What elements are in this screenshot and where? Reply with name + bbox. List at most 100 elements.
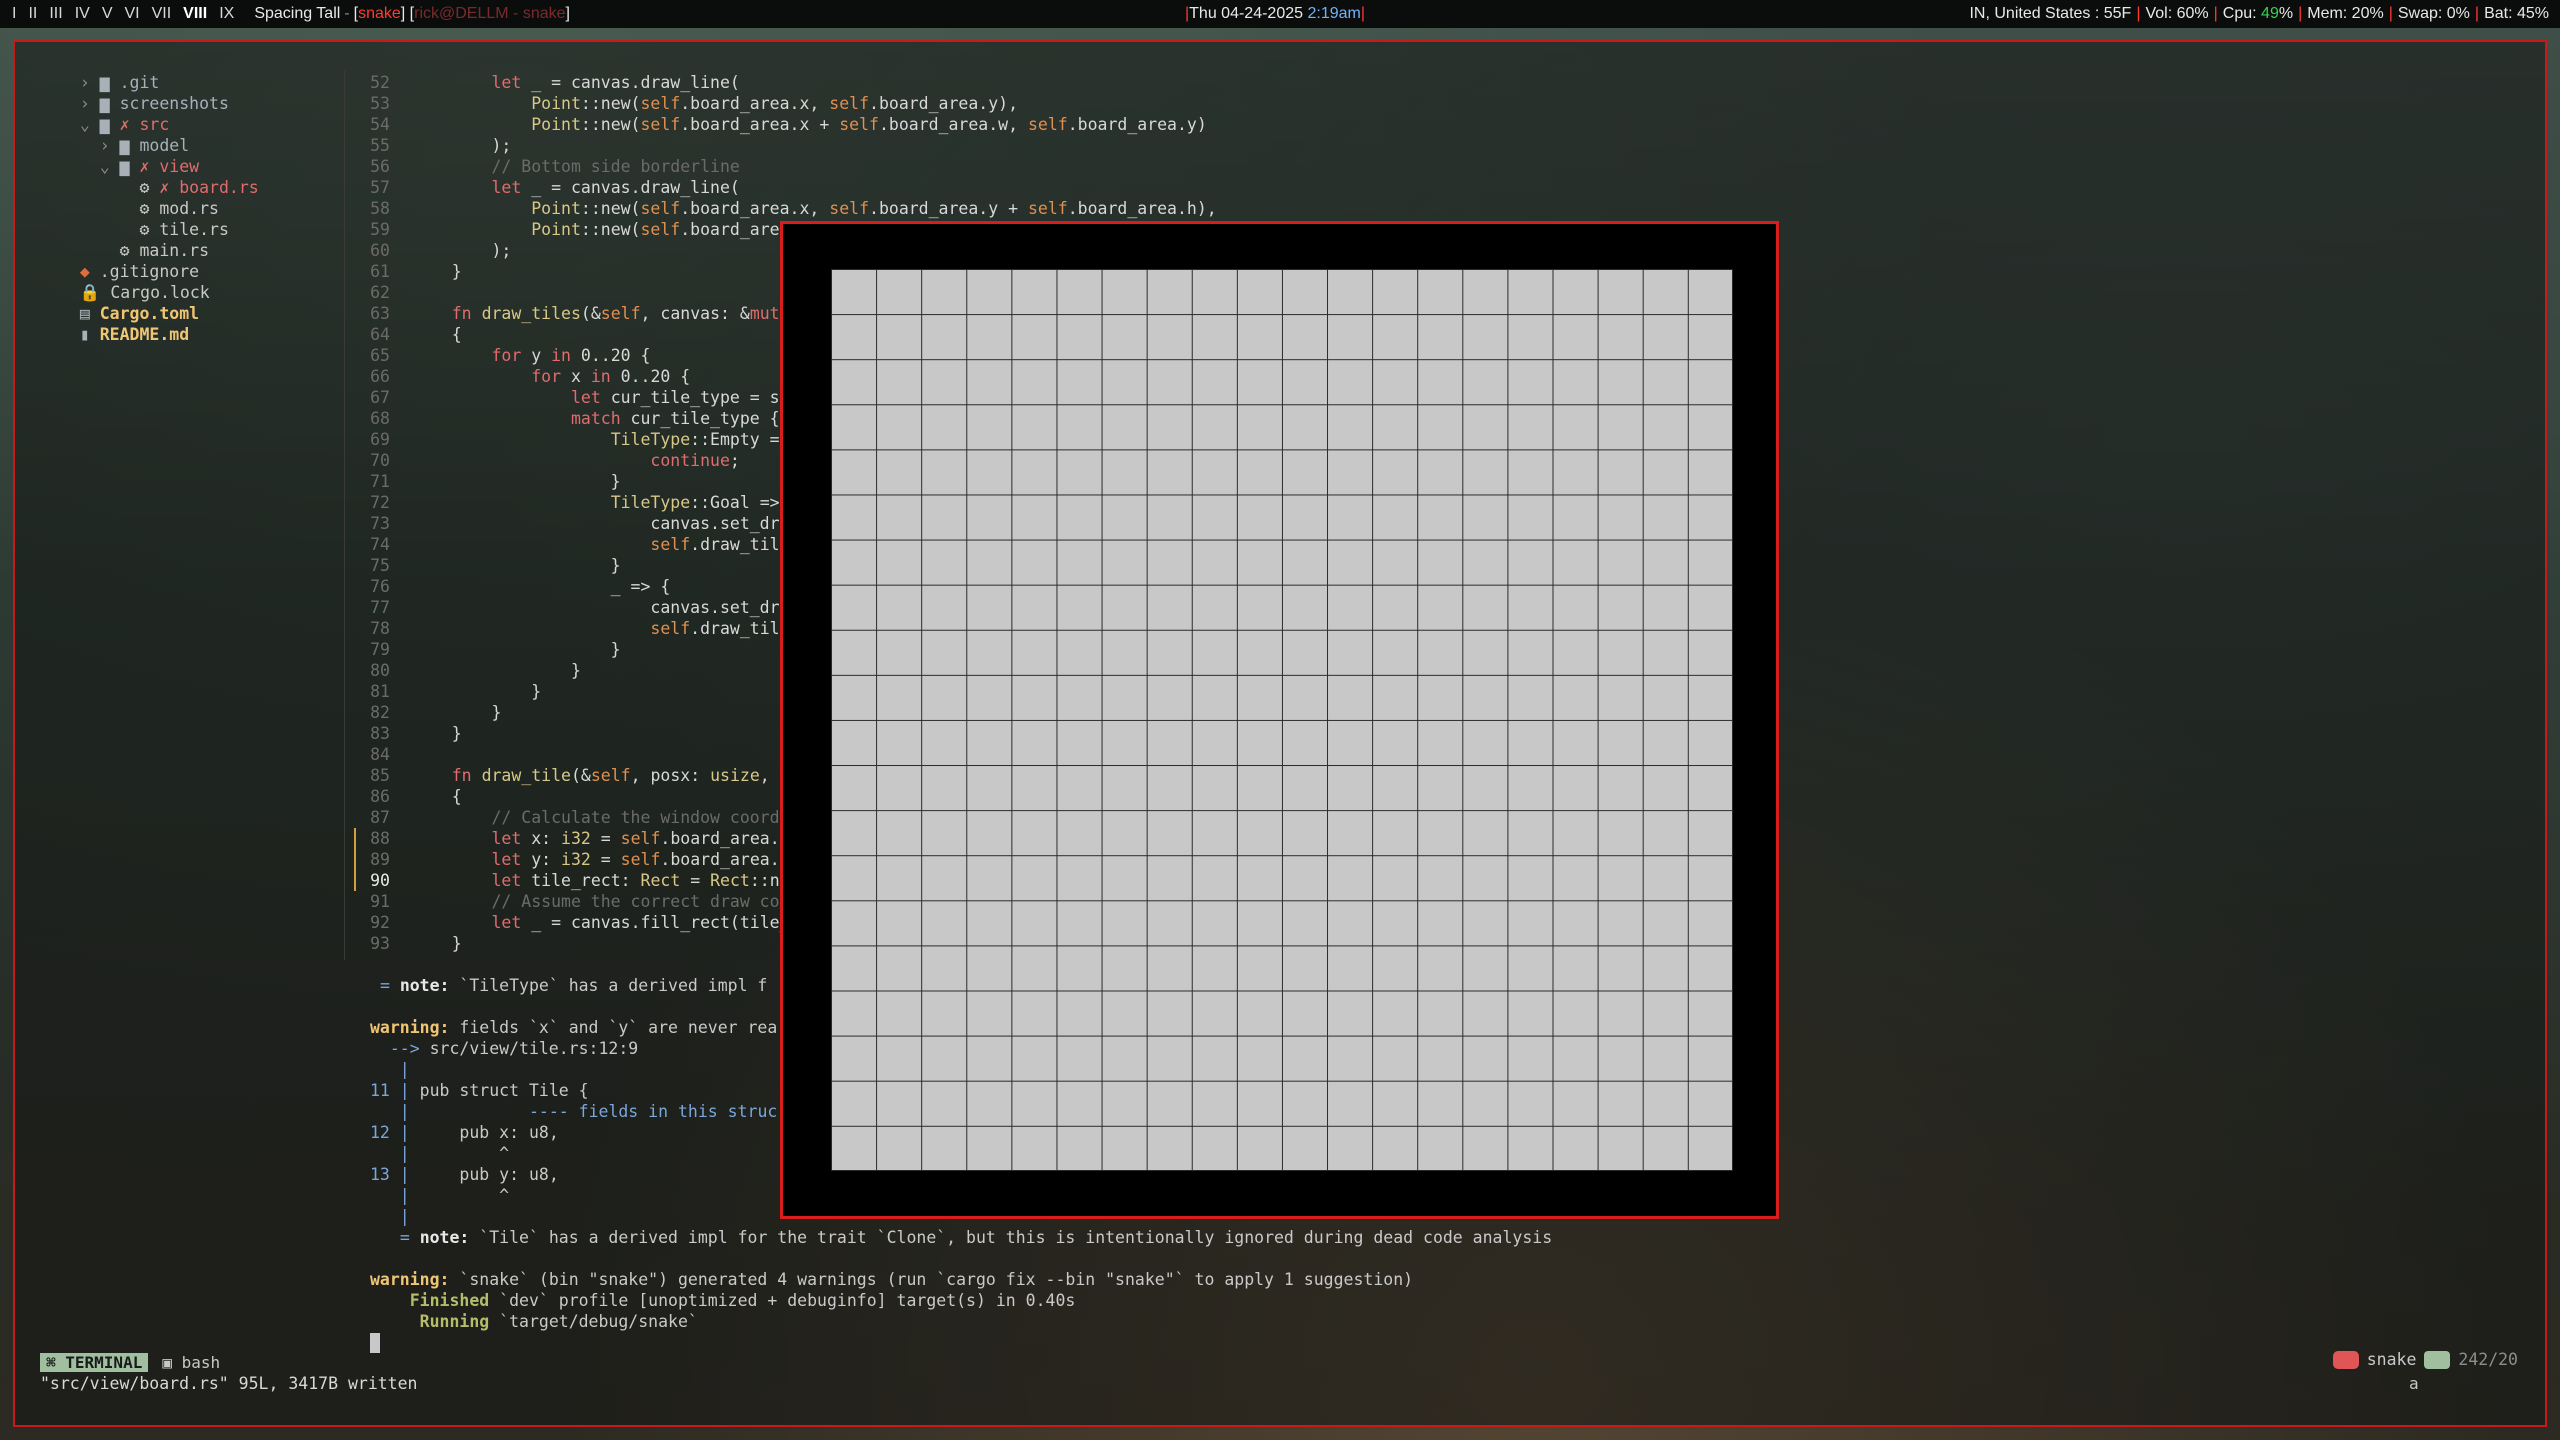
- shell-icon: ▣: [162, 1352, 182, 1372]
- tree-item[interactable]: ⌄ ▆ ✗ view: [60, 156, 259, 177]
- line-number: 53: [370, 94, 390, 113]
- code-text: let y: i32 = self.board_area.y: [491, 850, 790, 869]
- tree-item[interactable]: ⚙ mod.rs: [60, 198, 259, 219]
- tree-indent: ›: [60, 73, 100, 92]
- line-number: 78: [370, 619, 390, 638]
- modified-icon: ✗: [159, 178, 180, 197]
- tree-item[interactable]: ▮ README.md: [60, 324, 259, 345]
- line-number: 61: [370, 262, 390, 281]
- code-text: self.draw_tile: [650, 535, 790, 554]
- code-text: canvas.set_dra: [412, 598, 790, 617]
- git-change-marker: [354, 828, 356, 891]
- weather-status: IN, United States : 55F: [1969, 5, 2132, 22]
- code-line[interactable]: 58 Point::new(self.board_area.x, self.bo…: [360, 198, 1217, 219]
- tree-item-label: tile.rs: [159, 220, 229, 239]
- window-suffix: ]: [565, 5, 570, 22]
- code-line[interactable]: 53 Point::new(self.board_area.x, self.bo…: [360, 93, 1217, 114]
- swap-status: Swap: 0%: [2397, 5, 2470, 22]
- code-text: {: [412, 325, 462, 344]
- toml-icon: ▤: [79, 304, 100, 323]
- code-text: );: [412, 136, 512, 155]
- code-text: let _ = canvas.draw_line(: [491, 73, 740, 92]
- line-number: 77: [370, 598, 390, 617]
- cpu-label: Cpu:: [2222, 5, 2262, 22]
- workspace-IV[interactable]: IV: [69, 5, 96, 23]
- workspace-III[interactable]: III: [43, 5, 68, 23]
- workspace-II[interactable]: II: [22, 5, 43, 23]
- code-text: Point::new(self.board_area.x + self.boar…: [531, 115, 1207, 134]
- line-number: 73: [370, 514, 390, 533]
- line-number: 52: [370, 73, 390, 92]
- workspace-VII[interactable]: VII: [146, 5, 178, 23]
- line-number: 81: [370, 682, 390, 701]
- code-text: for x in 0..20 {: [531, 367, 691, 386]
- workspace-V[interactable]: V: [96, 5, 119, 23]
- tree-item-label: mod.rs: [159, 199, 219, 218]
- tree-item-label: model: [139, 136, 190, 155]
- code-text: // Bottom side borderline: [412, 157, 740, 176]
- line-number: 74: [370, 535, 390, 554]
- tab-terminal-label: TERMINAL: [65, 1352, 143, 1372]
- code-text: fn draw_tile(&self, posx: usize, p: [451, 766, 790, 785]
- code-text: {: [412, 787, 462, 806]
- code-text: _ => {: [412, 577, 671, 596]
- code-line[interactable]: 52 let _ = canvas.draw_line(: [360, 72, 1217, 93]
- workspace-I[interactable]: I: [6, 5, 22, 23]
- code-line[interactable]: 56 // Bottom side borderline: [360, 156, 1217, 177]
- tree-item[interactable]: ▤ Cargo.toml: [60, 303, 259, 324]
- workspace-IX[interactable]: IX: [213, 5, 240, 23]
- code-line[interactable]: 57 let _ = canvas.draw_line(: [360, 177, 1217, 198]
- workspace-VIII[interactable]: VIII: [177, 5, 213, 23]
- tab-terminal[interactable]: ⌘ TERMINAL: [40, 1352, 149, 1372]
- cursor-position: 242/20: [2458, 1350, 2518, 1369]
- volume-status: Vol: 60%: [2145, 5, 2209, 22]
- git-icon: ◆: [79, 262, 100, 281]
- mode-indicator: a: [2409, 1374, 2419, 1393]
- memory-status: Mem: 20%: [2307, 5, 2384, 22]
- code-text: }: [412, 640, 621, 659]
- code-line[interactable]: 54 Point::new(self.board_area.x + self.b…: [360, 114, 1217, 135]
- output-line: Finished `dev` profile [unoptimized + de…: [409, 1291, 1076, 1310]
- clock-bracket-right: |: [1360, 5, 1365, 22]
- tree-item[interactable]: ⚙ main.rs: [60, 240, 259, 261]
- tree-item[interactable]: ⌄ ▆ ✗ src: [60, 114, 259, 135]
- folder-open-icon: ▆: [99, 115, 120, 134]
- tree-item-label: .gitignore: [99, 262, 200, 281]
- snake-game-window[interactable]: [780, 221, 1779, 1219]
- line-number: 90: [370, 871, 390, 890]
- code-line[interactable]: 55 );: [360, 135, 1217, 156]
- game-board-grid[interactable]: [831, 269, 1733, 1171]
- tree-item[interactable]: › ▆ .git: [60, 72, 259, 93]
- line-number: 83: [370, 724, 390, 743]
- tree-item-label: screenshots: [119, 94, 229, 113]
- window-mid: ] [: [400, 5, 415, 22]
- line-number: 70: [370, 451, 390, 470]
- code-text: // Calculate the window coordi: [412, 808, 790, 827]
- line-number: 57: [370, 178, 390, 197]
- split-divider[interactable]: [344, 70, 345, 960]
- line-number: 80: [370, 661, 390, 680]
- line-number: 69: [370, 430, 390, 449]
- line-number: 87: [370, 808, 390, 827]
- modified-icon: ✗: [139, 157, 160, 176]
- status-right: snake 242/20: [2332, 1350, 2518, 1369]
- tree-item[interactable]: ⚙ tile.rs: [60, 219, 259, 240]
- line-number: 54: [370, 115, 390, 134]
- tree-item-label: .git: [119, 73, 160, 92]
- workspace-VI[interactable]: VI: [118, 5, 145, 23]
- tree-item[interactable]: › ▆ screenshots: [60, 93, 259, 114]
- clock-date: Thu 04-24-2025: [1189, 5, 1304, 22]
- tab-bash[interactable]: ▣ bash: [162, 1353, 220, 1372]
- tree-item[interactable]: ◆ .gitignore: [60, 261, 259, 282]
- tree-item[interactable]: ⚙ ✗ board.rs: [60, 177, 258, 198]
- terminal-cursor: [370, 1333, 380, 1353]
- output-line: = note: `Tile` has a derived impl for th…: [399, 1228, 1553, 1247]
- folder-icon: ▆: [99, 73, 120, 92]
- tree-item[interactable]: 🔒 Cargo.lock: [60, 282, 259, 303]
- tree-item-label: src: [139, 115, 170, 134]
- tree-item[interactable]: › ▆ model: [60, 135, 259, 156]
- code-text: Point::new(self.board_area.x, self.board…: [531, 94, 1019, 113]
